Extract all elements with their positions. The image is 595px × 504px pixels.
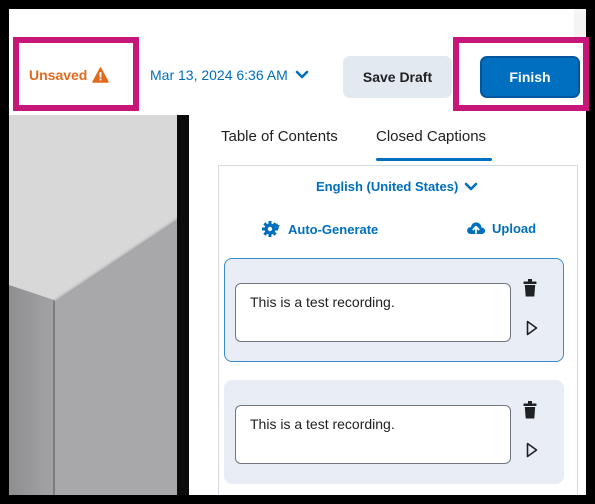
language-dropdown[interactable]: English (United States) [316,179,478,194]
caption-item[interactable]: This is a test recording. [224,258,564,362]
gear-icon [262,221,280,237]
finish-button[interactable]: Finish [480,56,580,98]
play-icon[interactable] [526,320,538,336]
video-preview[interactable] [9,115,189,495]
date-label: Mar 13, 2024 6:36 AM [150,67,288,83]
upload-label: Upload [492,220,537,236]
trash-icon[interactable] [523,401,537,419]
auto-generate-label: Auto-Generate [288,221,379,237]
upload-button[interactable]: Upload [466,220,536,236]
active-tab-indicator [376,158,492,161]
chevron-down-icon [295,70,309,79]
play-icon[interactable] [526,442,538,458]
caption-text-field[interactable]: This is a test recording. [235,283,511,342]
unsaved-label: Unsaved [29,67,88,83]
tab-table-of-contents[interactable]: Table of Contents [221,128,338,145]
unsaved-status: Unsaved [29,67,110,83]
upload-cloud-icon [467,222,486,234]
save-draft-button[interactable]: Save Draft [343,56,452,98]
language-label: English (United States) [316,179,459,194]
warning-icon [92,67,110,83]
tab-closed-captions[interactable]: Closed Captions [376,128,486,145]
caption-item[interactable]: This is a test recording. [224,380,564,484]
auto-generate-button[interactable]: Auto-Generate [262,220,378,238]
trash-icon[interactable] [523,279,537,297]
video-edge [177,115,189,495]
video-frame-image [9,115,189,495]
caption-text-field[interactable]: This is a test recording. [235,405,511,464]
chevron-down-icon [464,182,478,190]
date-dropdown[interactable]: Mar 13, 2024 6:36 AM [150,67,309,83]
